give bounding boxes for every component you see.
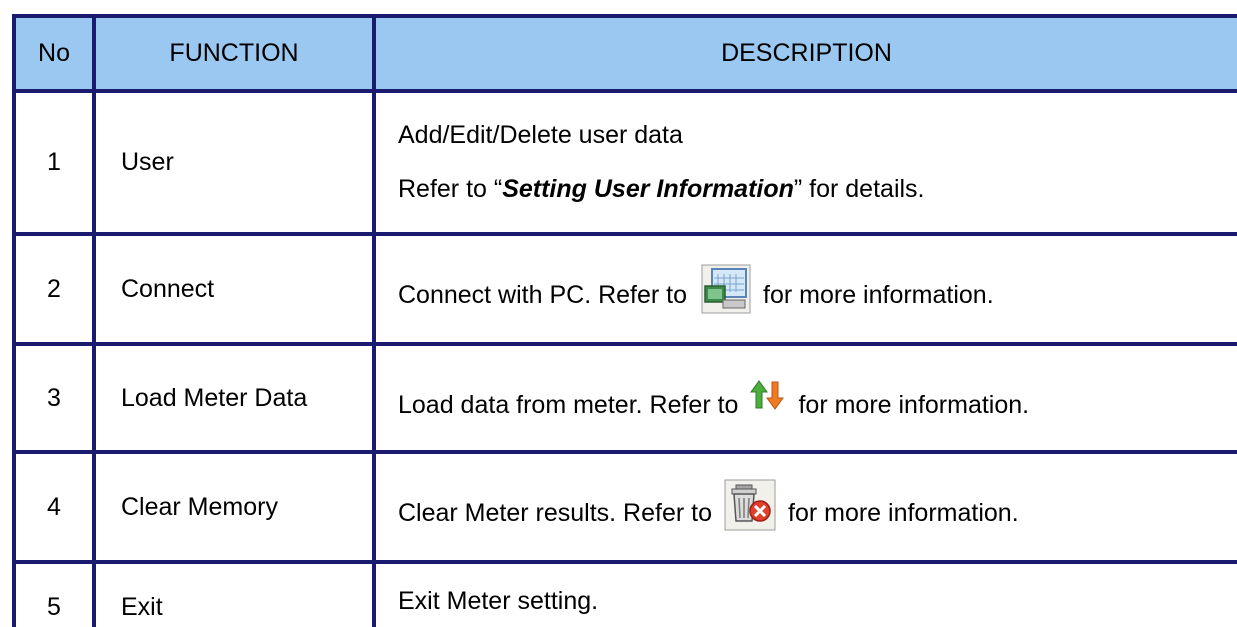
desc-line-1: Add/Edit/Delete user data bbox=[398, 121, 683, 149]
table-row-4-function: Clear Memory bbox=[121, 454, 371, 560]
border-header-bottom bbox=[12, 89, 1237, 93]
desc-pre: Connect with PC. Refer to bbox=[398, 280, 688, 309]
table-row-2-function: Connect bbox=[121, 236, 371, 342]
row-function: Load Meter Data bbox=[121, 383, 308, 412]
border-row-1 bbox=[12, 232, 1237, 236]
border-col-function bbox=[372, 14, 376, 627]
desc-line-2: Refer to “Setting User Information” for … bbox=[398, 177, 925, 202]
header-no-label: No bbox=[38, 39, 70, 67]
header-description: DESCRIPTION bbox=[376, 18, 1237, 89]
table-row-5-description: Exit Meter setting. bbox=[398, 564, 1233, 627]
desc-post: for more information. bbox=[763, 280, 994, 309]
table-row-3-no: 3 bbox=[16, 346, 92, 450]
table-row-5-function: Exit bbox=[121, 564, 371, 627]
connect-pc-icon bbox=[701, 264, 751, 314]
table-row-1-description: Add/Edit/Delete user data Refer to “Sett… bbox=[398, 93, 1228, 232]
desc-post: for more information. bbox=[788, 498, 1019, 527]
table-row-1-no: 1 bbox=[16, 93, 92, 232]
border-row-3 bbox=[12, 450, 1237, 454]
function-table: No FUNCTION DESCRIPTION 1 User Add/Edit/… bbox=[0, 0, 1237, 627]
table-row-2-description: Connect with PC. Refer to for more infor… bbox=[398, 236, 1233, 354]
row-function: User bbox=[121, 148, 174, 176]
desc-text: Exit Meter setting. bbox=[398, 587, 599, 615]
table-row-5-no: 5 bbox=[16, 564, 92, 627]
row-no: 3 bbox=[47, 383, 61, 412]
table-row-3-function: Load Meter Data bbox=[121, 346, 371, 450]
desc-post: for more information. bbox=[798, 390, 1030, 419]
table-row-4-description: Clear Meter results. Refer to for more i… bbox=[398, 454, 1233, 572]
desc-line-2-pre: Refer to “ bbox=[398, 175, 503, 203]
header-function: FUNCTION bbox=[96, 18, 372, 89]
row-no: 1 bbox=[47, 148, 61, 176]
table-row-3-description: Load data from meter. Refer to for more … bbox=[398, 346, 1233, 464]
trash-delete-icon bbox=[724, 479, 776, 531]
row-function: Connect bbox=[121, 274, 215, 303]
row-no: 4 bbox=[47, 492, 61, 521]
desc-pre: Load data from meter. Refer to bbox=[398, 390, 739, 419]
border-col-no bbox=[92, 14, 96, 627]
table-row-1-function: User bbox=[121, 93, 371, 232]
header-description-label: DESCRIPTION bbox=[721, 39, 892, 67]
row-function: Exit bbox=[121, 593, 163, 621]
border-row-4 bbox=[12, 560, 1237, 564]
border-top bbox=[12, 14, 1237, 18]
up-down-arrows-icon bbox=[750, 380, 785, 410]
desc-pre: Clear Meter results. Refer to bbox=[398, 498, 712, 527]
header-function-label: FUNCTION bbox=[169, 39, 299, 67]
header-no: No bbox=[16, 18, 92, 89]
table-row-4-no: 4 bbox=[16, 454, 92, 560]
row-no: 5 bbox=[47, 593, 61, 621]
border-left bbox=[12, 14, 16, 627]
row-function: Clear Memory bbox=[121, 492, 278, 521]
desc-line-2-post: ” for details. bbox=[793, 175, 925, 203]
desc-line-2-emphasis: Setting User Information bbox=[502, 175, 794, 203]
row-no: 2 bbox=[47, 274, 61, 303]
table-row-2-no: 2 bbox=[16, 236, 92, 342]
border-row-2 bbox=[12, 342, 1237, 346]
